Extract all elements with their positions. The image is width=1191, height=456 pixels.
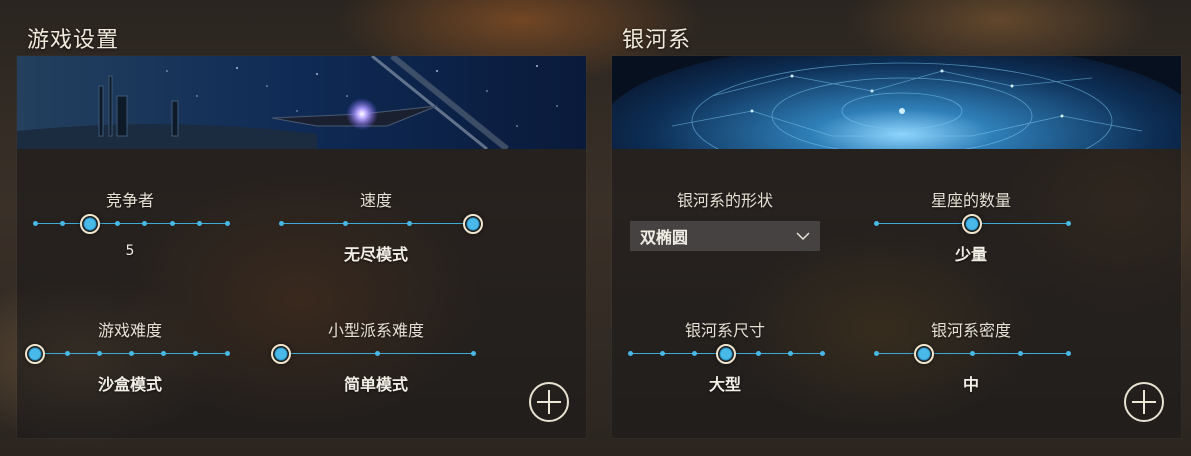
minor-faction-difficulty-slider[interactable] (271, 344, 476, 364)
slider-step-dot[interactable] (342, 221, 348, 226)
slider-thumb[interactable] (463, 214, 483, 234)
galaxy-shape-dropdown[interactable]: 双椭圆 (630, 221, 820, 251)
slider-thumb[interactable] (914, 344, 934, 364)
slider-thumb[interactable] (271, 344, 291, 364)
slider-step-dot[interactable] (64, 351, 70, 356)
slider-step-dot[interactable] (142, 221, 148, 226)
slider-step-dot[interactable] (374, 351, 380, 356)
slider-step-dot[interactable] (96, 351, 102, 356)
slider-thumb[interactable] (716, 344, 736, 364)
galaxy-size-label: 银河系尺寸 (684, 321, 765, 340)
slider-step-dot[interactable] (873, 351, 879, 356)
slider-step-dot[interactable] (192, 351, 198, 356)
speed-slider[interactable] (278, 214, 483, 234)
slider-step-dot[interactable] (1065, 351, 1071, 356)
minor-faction-difficulty-label: 小型派系难度 (327, 321, 424, 340)
slider-step-dot[interactable] (969, 351, 975, 356)
slider-thumb[interactable] (962, 214, 982, 234)
slider-step-dot[interactable] (787, 351, 793, 356)
constellations-value: 少量 (954, 245, 987, 264)
slider-step-dot[interactable] (128, 351, 134, 356)
galaxy-shape-value: 双椭圆 (640, 228, 689, 247)
slider-step-dot[interactable] (470, 351, 476, 356)
speed-value: 无尽模式 (343, 245, 408, 264)
galaxy-shape-label: 银河系的形状 (676, 191, 773, 210)
minor-faction-difficulty-value: 简单模式 (343, 375, 408, 394)
slider-step-dot[interactable] (819, 351, 825, 356)
slider-step-dot[interactable] (406, 221, 412, 226)
galaxy-size-value: 大型 (708, 375, 741, 394)
slider-step-dot[interactable] (114, 221, 120, 226)
difficulty-value: 沙盒模式 (97, 375, 162, 394)
slider-step-dot[interactable] (627, 351, 633, 356)
slider-step-dot[interactable] (873, 221, 879, 226)
slider-step-dot[interactable] (691, 351, 697, 356)
competitors-slider[interactable] (32, 214, 230, 234)
constellations-label: 星座的数量 (930, 191, 1011, 210)
slider-thumb[interactable] (79, 214, 100, 234)
slider-step-dot[interactable] (224, 351, 230, 356)
galaxy-density-value: 中 (962, 375, 979, 394)
slider-step-dot[interactable] (32, 221, 38, 226)
difficulty-label: 游戏难度 (97, 321, 162, 340)
slider-step-dot[interactable] (278, 221, 284, 226)
slider-step-dot[interactable] (59, 221, 65, 226)
slider-track[interactable] (281, 223, 473, 224)
galaxy-density-slider[interactable] (873, 344, 1071, 364)
difficulty-slider[interactable] (25, 344, 230, 364)
speed-label: 速度 (359, 191, 392, 210)
chevron-down-icon (796, 232, 810, 241)
constellations-slider[interactable] (873, 214, 1071, 234)
slider-step-dot[interactable] (197, 221, 203, 226)
slider-step-dot[interactable] (659, 351, 665, 356)
slider-step-dot[interactable] (160, 351, 166, 356)
competitors-value: 5 (125, 243, 135, 259)
slider-thumb[interactable] (25, 344, 45, 364)
slider-step-dot[interactable] (1017, 351, 1023, 356)
galaxy-banner (612, 56, 1181, 149)
competitors-label: 竞争者 (105, 191, 154, 210)
add-galaxy-setting-button[interactable] (1124, 382, 1164, 422)
galaxy-size-slider[interactable] (627, 344, 825, 364)
slider-step-dot[interactable] (169, 221, 175, 226)
slider-step-dot[interactable] (755, 351, 761, 356)
slider-step-dot[interactable] (224, 221, 230, 226)
slider-step-dot[interactable] (1065, 221, 1071, 226)
add-game-setting-button[interactable] (529, 382, 569, 422)
game-settings-title: 游戏设置 (27, 28, 120, 53)
galaxy-density-label: 银河系密度 (930, 321, 1011, 340)
galaxy-title: 银河系 (622, 28, 692, 53)
game-settings-banner (17, 56, 586, 149)
